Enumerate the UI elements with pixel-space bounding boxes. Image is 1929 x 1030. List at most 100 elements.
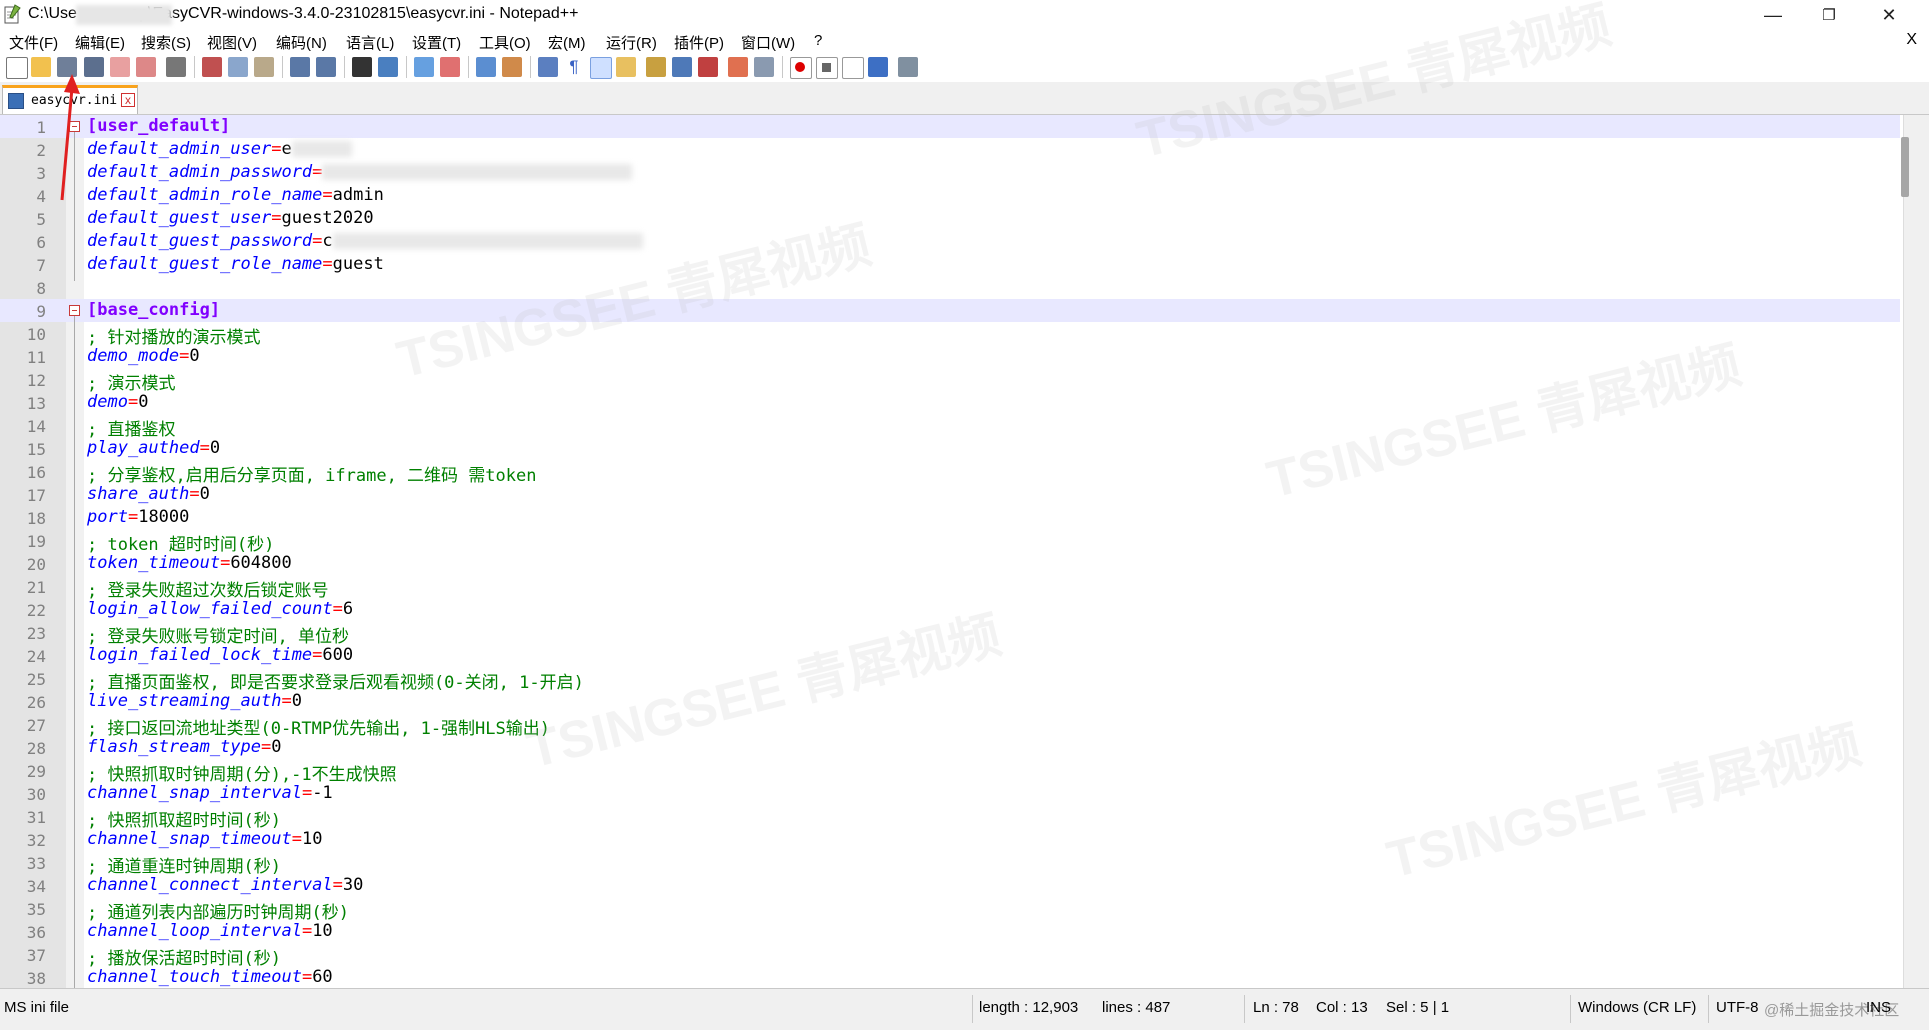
- minimize-button[interactable]: —: [1745, 0, 1801, 30]
- vertical-scrollbar[interactable]: [1903, 115, 1929, 988]
- line-code: flash_stream_type=0: [87, 737, 282, 757]
- menu-edit[interactable]: 编辑(E): [75, 32, 125, 53]
- status-eol[interactable]: Windows (CR LF): [1578, 999, 1696, 1016]
- code-line[interactable]: 18 port=18000: [0, 506, 1900, 529]
- menu-language[interactable]: 语言(L): [346, 32, 394, 53]
- menu-settings[interactable]: 设置(T): [412, 32, 461, 53]
- code-line[interactable]: 19; token 超时时间(秒): [0, 529, 1900, 555]
- user-defined-language-icon[interactable]: [616, 57, 636, 77]
- code-line[interactable]: 33; 通道重连时钟周期(秒): [0, 851, 1900, 877]
- code-line[interactable]: 30 channel_snap_interval=-1: [0, 782, 1900, 805]
- code-line[interactable]: 5 default_guest_user=guest2020: [0, 207, 1900, 230]
- run-macro-multiple-icon[interactable]: [868, 57, 888, 77]
- print-icon[interactable]: [166, 57, 186, 77]
- code-line[interactable]: 10; 针对播放的演示模式: [0, 322, 1900, 348]
- code-line[interactable]: 27; 接口返回流地址类型(0-RTMP优先输出, 1-强制HLS输出): [0, 713, 1900, 739]
- folder-as-workspace-icon[interactable]: [728, 57, 748, 77]
- code-line[interactable]: 12; 演示模式: [0, 368, 1900, 394]
- save-macro-icon[interactable]: [898, 57, 918, 77]
- code-line[interactable]: 11 demo_mode=0: [0, 345, 1900, 368]
- find-icon[interactable]: [352, 57, 372, 77]
- document-list-icon[interactable]: [672, 57, 692, 77]
- sync-vertical-icon[interactable]: [476, 57, 496, 77]
- open-file-icon[interactable]: [31, 57, 51, 77]
- config-value: c: [322, 231, 333, 251]
- code-line[interactable]: 6 default_guest_password=c: [0, 230, 1900, 253]
- maximize-button[interactable]: ❐: [1801, 0, 1857, 30]
- paste-icon[interactable]: [254, 57, 274, 77]
- code-line[interactable]: 29; 快照抓取时钟周期(分),-1不生成快照: [0, 759, 1900, 785]
- zoom-in-icon[interactable]: [414, 57, 434, 77]
- code-line[interactable]: 32 channel_snap_timeout=10: [0, 828, 1900, 851]
- close-all-icon[interactable]: [136, 57, 156, 77]
- indent-guide-icon[interactable]: [590, 57, 612, 79]
- code-line[interactable]: 31; 快照抓取超时时间(秒): [0, 805, 1900, 831]
- close-file-icon[interactable]: [110, 57, 130, 77]
- menu-search[interactable]: 搜索(S): [141, 32, 191, 53]
- code-line[interactable]: 7 default_guest_role_name=guest: [0, 253, 1900, 276]
- word-wrap-icon[interactable]: [538, 57, 558, 77]
- replace-icon[interactable]: [378, 57, 398, 77]
- document-map-icon[interactable]: [646, 57, 666, 77]
- code-line[interactable]: 22 login_allow_failed_count=6: [0, 598, 1900, 621]
- menu-plugins[interactable]: 插件(P): [674, 32, 724, 53]
- close-window-button[interactable]: ✕: [1861, 0, 1917, 30]
- record-macro-icon[interactable]: [790, 57, 812, 79]
- copy-icon[interactable]: [228, 57, 248, 77]
- new-file-icon[interactable]: [6, 57, 28, 79]
- redacted-value: [332, 233, 643, 249]
- menu-tools[interactable]: 工具(O): [479, 32, 531, 53]
- code-line[interactable]: 38 channel_touch_timeout=60: [0, 966, 1900, 988]
- code-line[interactable]: 16; 分享鉴权,启用后分享页面, iframe, 二维码 需token: [0, 460, 1900, 486]
- code-line[interactable]: 1 [user_default]: [0, 115, 1900, 138]
- code-line[interactable]: 21; 登录失败超过次数后锁定账号: [0, 575, 1900, 601]
- tab-close-icon[interactable]: x: [121, 93, 135, 107]
- line-code: [base_config]: [87, 300, 220, 320]
- code-line[interactable]: 8: [0, 276, 1900, 299]
- stop-macro-icon[interactable]: [816, 57, 838, 79]
- code-line[interactable]: 20 token_timeout=604800: [0, 552, 1900, 575]
- function-list-icon[interactable]: [698, 57, 718, 77]
- code-line[interactable]: 28 flash_stream_type=0: [0, 736, 1900, 759]
- line-number: 5: [36, 210, 46, 229]
- code-line[interactable]: 9 [base_config]: [0, 299, 1900, 322]
- code-line[interactable]: 15 play_authed=0: [0, 437, 1900, 460]
- code-line[interactable]: 23; 登录失败账号锁定时间, 单位秒: [0, 621, 1900, 647]
- code-line[interactable]: 14; 直播鉴权: [0, 414, 1900, 440]
- code-line[interactable]: 34 channel_connect_interval=30: [0, 874, 1900, 897]
- status-encoding[interactable]: UTF-8: [1716, 999, 1759, 1016]
- menu-encoding[interactable]: 编码(N): [276, 32, 327, 53]
- cut-icon[interactable]: [202, 57, 222, 77]
- code-line[interactable]: 25; 直播页面鉴权, 即是否要求登录后观看视频(0-关闭, 1-开启): [0, 667, 1900, 693]
- play-macro-icon[interactable]: [842, 57, 864, 79]
- code-line[interactable]: 4 default_admin_role_name=admin: [0, 184, 1900, 207]
- monitoring-icon[interactable]: [754, 57, 774, 77]
- code-line[interactable]: 17 share_auth=0: [0, 483, 1900, 506]
- menu-view[interactable]: 视图(V): [207, 32, 257, 53]
- line-number: 34: [26, 877, 46, 896]
- close-document-button[interactable]: X: [1906, 31, 1917, 49]
- fold-toggle-icon[interactable]: [69, 305, 80, 316]
- status-insert-mode[interactable]: INS: [1866, 999, 1891, 1016]
- editor[interactable]: 1 [user_default] 2 default_admin_user=e 3 def…: [0, 115, 1929, 988]
- menu-window[interactable]: 窗口(W): [741, 32, 795, 53]
- sync-horizontal-icon[interactable]: [502, 57, 522, 77]
- menu-help[interactable]: ?: [814, 32, 822, 49]
- code-line[interactable]: 36 channel_loop_interval=10: [0, 920, 1900, 943]
- menu-run[interactable]: 运行(R): [606, 32, 657, 53]
- code-line[interactable]: 24 login_failed_lock_time=600: [0, 644, 1900, 667]
- code-line[interactable]: 26 live_streaming_auth=0: [0, 690, 1900, 713]
- code-line[interactable]: 3 default_admin_password=: [0, 161, 1900, 184]
- code-line[interactable]: 37; 播放保活超时时间(秒): [0, 943, 1900, 969]
- zoom-out-icon[interactable]: [440, 57, 460, 77]
- redo-icon[interactable]: [316, 57, 336, 77]
- code-line[interactable]: 2 default_admin_user=e: [0, 138, 1900, 161]
- undo-icon[interactable]: [290, 57, 310, 77]
- code-line[interactable]: 13 demo=0: [0, 391, 1900, 414]
- show-all-characters-icon[interactable]: ¶: [564, 57, 584, 77]
- menu-macro[interactable]: 宏(M): [548, 32, 586, 53]
- vertical-scrollbar-thumb[interactable]: [1901, 137, 1909, 197]
- save-all-icon[interactable]: [84, 57, 104, 77]
- menu-file[interactable]: 文件(F): [9, 32, 58, 53]
- code-line[interactable]: 35; 通道列表内部遍历时钟周期(秒): [0, 897, 1900, 923]
